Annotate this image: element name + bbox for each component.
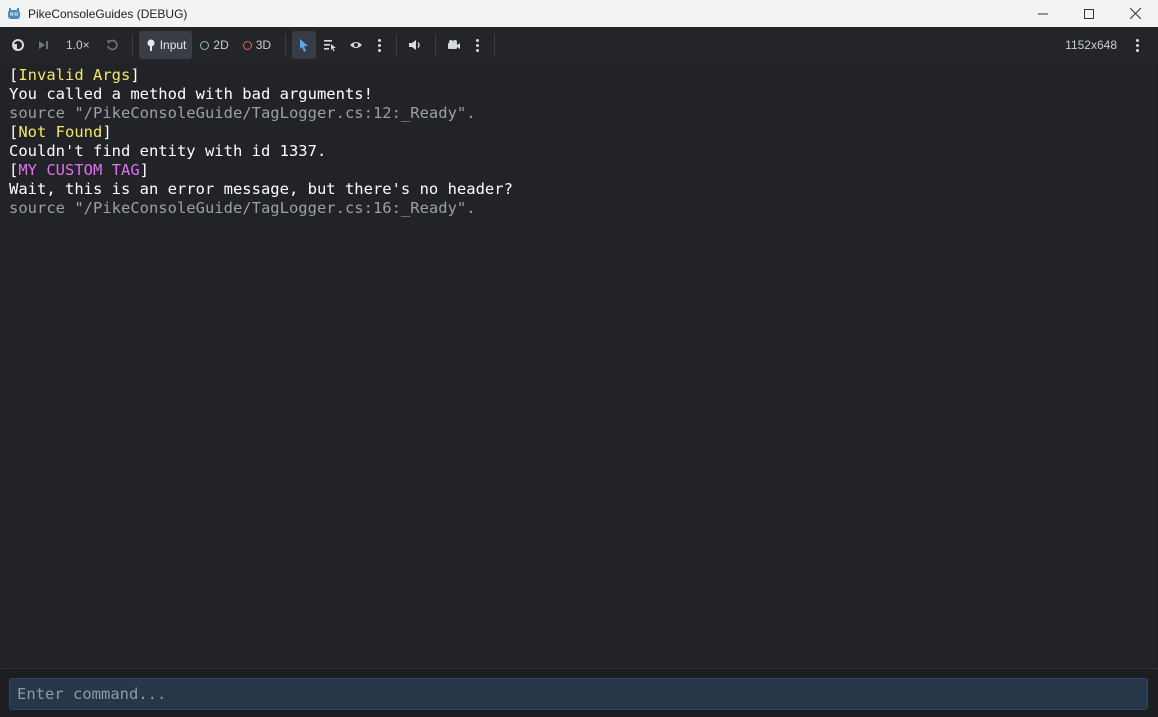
minimize-button[interactable] — [1020, 0, 1066, 27]
console-tag-text: Invalid Args — [18, 66, 131, 84]
vertical-dots-icon — [475, 38, 479, 52]
game-toolbar: 1.0× Input 2D 3D 1152x648 — [0, 27, 1158, 63]
title-bar: PikeConsoleGuides (DEBUG) — [0, 0, 1158, 27]
joystick-icon — [147, 39, 155, 51]
toolbar-separator — [285, 34, 287, 56]
resolution-label: 1152x648 — [1065, 38, 1117, 52]
console-line: source "/PikeConsoleGuide/TagLogger.cs:1… — [9, 199, 1149, 218]
command-input[interactable] — [9, 678, 1148, 710]
list-select-button[interactable] — [318, 31, 342, 59]
console-text: [ — [9, 123, 19, 141]
vertical-dots-icon — [377, 38, 381, 52]
console-text: ] — [130, 66, 140, 84]
mode-2d-label: 2D — [213, 38, 229, 52]
minimize-icon — [1038, 13, 1048, 14]
embed-pause-icon — [12, 39, 24, 51]
ring-3d-icon — [242, 40, 252, 50]
camera-override-button[interactable] — [442, 31, 466, 59]
console-line: source "/PikeConsoleGuide/TagLogger.cs:1… — [9, 104, 1149, 123]
camera-icon — [448, 40, 461, 49]
input-mode-button[interactable]: Input — [138, 31, 193, 59]
console-text: Couldn't find entity with id 1337. — [9, 142, 327, 160]
console-text: ] — [102, 123, 112, 141]
console-line: You called a method with bad arguments! — [9, 85, 1149, 104]
reset-speed-button[interactable] — [100, 31, 124, 59]
console-text: source "/PikeConsoleGuide/TagLogger.cs:1… — [9, 199, 476, 217]
console-tag-text: Not Found — [18, 123, 103, 141]
speaker-icon — [409, 40, 420, 50]
cursor-arrow-icon — [300, 39, 309, 52]
toolbar-separator — [494, 34, 496, 56]
console-text: ] — [139, 161, 150, 179]
mode-3d-button[interactable]: 3D — [237, 31, 277, 59]
console-line: Wait, this is an error message, but ther… — [9, 180, 1149, 199]
ring-2d-icon — [200, 40, 210, 50]
console-output: [Invalid Args] You called a method with b… — [4, 63, 1154, 667]
console-line: [Not Found] — [9, 123, 1149, 142]
pause-button[interactable] — [6, 31, 30, 59]
visibility-toggle-button[interactable] — [344, 31, 368, 59]
options-menu-button[interactable] — [370, 31, 388, 59]
console-line: [MY CUSTOM TAG] — [9, 161, 1149, 180]
speed-label: 1.0× — [66, 38, 90, 52]
console-tag-text: MY CUSTOM TAG — [18, 161, 140, 179]
list-select-icon — [324, 40, 337, 52]
command-bar — [0, 668, 1158, 717]
maximize-icon — [1084, 8, 1094, 19]
audio-button[interactable] — [403, 31, 427, 59]
window-title: PikeConsoleGuides (DEBUG) — [28, 6, 188, 21]
next-frame-button[interactable] — [32, 31, 56, 59]
close-button[interactable] — [1112, 0, 1158, 27]
godot-app-icon — [8, 7, 20, 19]
reset-icon — [106, 39, 118, 51]
close-icon — [1129, 8, 1141, 19]
toolbar-separator — [131, 34, 133, 56]
mode-3d-label: 3D — [255, 38, 272, 52]
input-mode-label: Input — [159, 38, 187, 52]
toolbar-separator — [435, 34, 437, 56]
mode-2d-button[interactable]: 2D — [194, 31, 234, 59]
toolbar-separator — [396, 34, 398, 56]
select-mode-button[interactable] — [292, 31, 317, 59]
next-frame-icon — [39, 41, 48, 49]
console-text: You called a method with bad arguments! — [9, 85, 373, 103]
console-line: Couldn't find entity with id 1337. — [9, 142, 1149, 161]
console-text: Wait, this is an error message, but ther… — [9, 180, 513, 198]
eye-icon — [350, 42, 363, 48]
camera-menu-button[interactable] — [468, 31, 486, 59]
window-options-button[interactable] — [1130, 27, 1144, 63]
speed-selector[interactable]: 1.0× — [58, 31, 98, 59]
console-line: [Invalid Args] — [9, 66, 1149, 85]
console-text: source "/PikeConsoleGuide/TagLogger.cs:1… — [9, 104, 476, 122]
console-text: [ — [9, 161, 19, 179]
console-text: [ — [9, 66, 19, 84]
maximize-button[interactable] — [1066, 0, 1112, 27]
vertical-dots-icon — [1135, 38, 1139, 52]
